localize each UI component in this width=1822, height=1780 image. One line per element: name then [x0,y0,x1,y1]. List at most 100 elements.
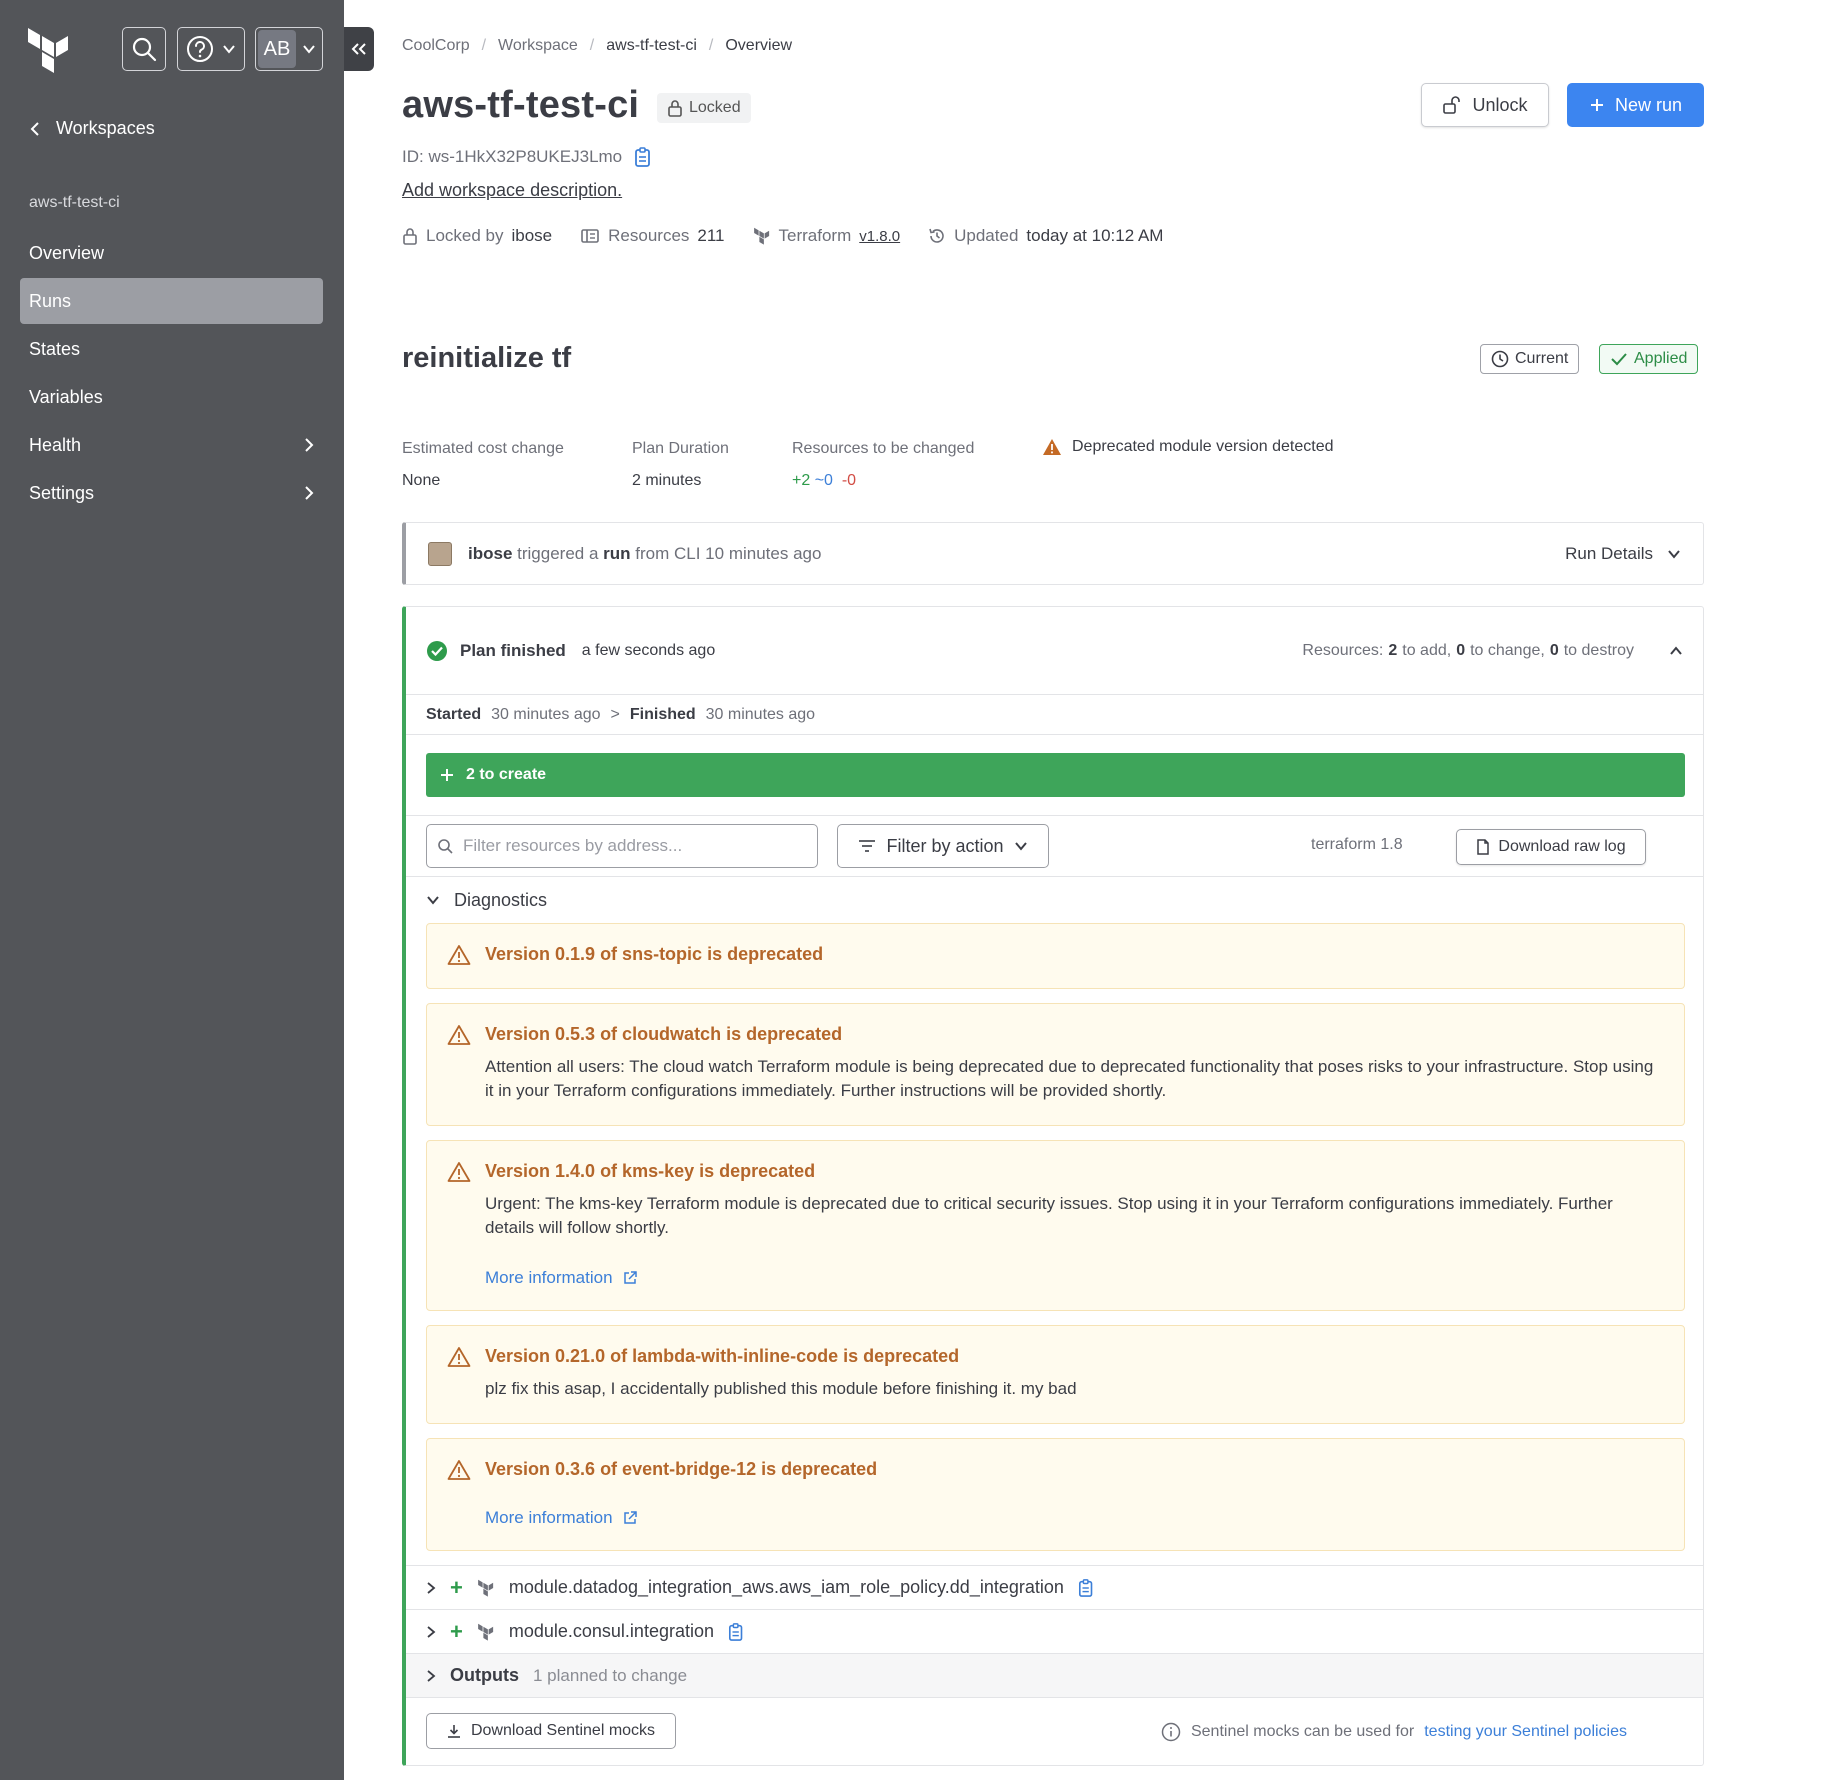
sidebar-nav: Overview Runs States Variables Health Se… [20,230,323,518]
workspaces-back-label: Workspaces [56,118,155,138]
breadcrumb-current: Overview [725,37,793,54]
warning-detail: Attention all users: The cloud watch Ter… [485,1057,1654,1100]
create-plus-icon: + [450,1618,463,1644]
outputs-row[interactable]: Outputs 1 planned to change [406,1653,1703,1697]
download-raw-log-button[interactable]: Download raw log [1456,829,1646,865]
chevron-down-icon [302,42,316,56]
resources-destroy: -0 [841,472,857,489]
terraform-logo-icon[interactable] [26,26,72,74]
breadcrumb-workspace[interactable]: Workspace [498,37,578,55]
trigger-text-2: from CLI 10 minutes ago [635,543,822,563]
sidebar-item-overview[interactable]: Overview [20,230,323,276]
run-details-label: Run Details [1565,543,1653,563]
warning-triangle-icon [447,1161,471,1288]
resource-filter-input[interactable] [463,836,803,856]
help-menu-button[interactable] [177,27,245,71]
warning-detail: Urgent: The kms-key Terraform module is … [485,1194,1613,1237]
terraform-icon [477,1579,495,1597]
sidebar-workspace-name: aws-tf-test-ci [29,194,120,211]
user-menu-button[interactable]: AB [255,27,323,71]
download-icon [447,1724,461,1738]
chevron-right-icon [304,437,314,453]
resources-icon [580,227,600,245]
workspace-meta: Locked by ibose Resources 211 Terraform … [402,226,1163,246]
meta-label: Resources [608,226,690,245]
breadcrumb-org[interactable]: CoolCorp [402,37,470,55]
summary-text: to change, [1470,641,1545,659]
new-run-button[interactable]: New run [1567,83,1704,127]
sidebar-item-settings[interactable]: Settings [20,470,323,516]
more-information-link[interactable]: More information [485,1508,877,1528]
file-icon [1476,839,1490,855]
external-link-icon [623,1271,637,1285]
summary-add: 2 [1388,641,1398,659]
unlock-icon [1442,95,1462,115]
collapse-sidebar-button[interactable] [344,27,374,71]
sidebar-item-label: Health [29,434,82,455]
resource-address: module.consul.integration [508,1621,714,1641]
workspace-id-text: ID: ws-1HkX32P8UKEJ3Lmo [402,147,623,166]
plan-header[interactable]: Plan finished a few seconds ago Resource… [406,607,1703,695]
filter-icon [858,839,876,853]
unlock-button[interactable]: Unlock [1421,83,1549,127]
copy-icon[interactable] [728,1622,746,1642]
resource-row[interactable]: + module.consul.integration [406,1609,1703,1653]
terraform-version-link[interactable]: v1.8.0 [859,228,900,245]
workspaces-back-link[interactable]: Workspaces [30,118,155,139]
warning-triangle-icon [447,944,471,966]
copy-icon[interactable] [1078,1578,1096,1598]
plan-panel: Plan finished a few seconds ago Resource… [402,606,1704,1766]
sidebar-item-variables[interactable]: Variables [20,374,323,420]
outputs-summary: 1 planned to change [533,1665,688,1685]
resource-row[interactable]: + module.datadog_integration_aws.aws_iam… [406,1565,1703,1609]
chevron-down-icon [222,42,236,56]
resource-filter-field [426,824,818,868]
sentinel-policies-link[interactable]: testing your Sentinel policies [1424,1723,1627,1741]
new-run-label: New run [1614,94,1683,115]
started-value: 30 minutes ago [491,705,601,723]
deprecated-notice: Deprecated module version detected [1042,438,1334,456]
sidebar-item-label: Overview [29,242,105,263]
more-information-link[interactable]: More information [485,1268,1664,1288]
breadcrumb-workspace-name[interactable]: aws-tf-test-ci [606,37,697,55]
diagnostics-label: Diagnostics [454,889,548,910]
filter-by-action-button[interactable]: Filter by action [837,824,1049,868]
trigger-user: ibose [468,543,513,563]
run-details-toggle[interactable]: Run Details [1565,544,1681,564]
page-title: aws-tf-test-ci [402,84,640,126]
sidebar-item-label: Runs [29,290,72,311]
diagnostics-toggle[interactable]: Diagnostics [406,877,1703,923]
filter-toolbar: Filter by action terraform 1.8 Download … [406,815,1703,877]
terraform-version: terraform 1.8 [1311,836,1403,853]
lock-icon [402,227,418,245]
plus-icon [1589,97,1605,113]
download-sentinel-mocks-label: Download Sentinel mocks [470,1722,656,1739]
meta-terraform: Terraform v1.8.0 [753,226,900,246]
current-badge: Current [1480,344,1580,374]
download-sentinel-mocks-button[interactable]: Download Sentinel mocks [426,1713,676,1749]
sidebar-item-states[interactable]: States [20,326,323,372]
trigger-run: run [603,543,631,563]
chevron-up-icon [1669,644,1683,658]
resource-address: module.datadog_integration_aws.aws_iam_r… [508,1577,1064,1597]
plan-status: Plan finished [460,640,566,660]
create-summary-text: 2 to create [466,766,547,783]
stat-value: +2 ~0 -0 [792,472,974,490]
info-icon [1161,1722,1181,1742]
summary-text: to destroy [1563,641,1634,659]
meta-locked-by: Locked by ibose [402,226,552,246]
started-label: Started [426,705,482,723]
chevron-right-icon [426,1581,436,1595]
finished-label: Finished [629,705,696,723]
search-button[interactable] [122,27,166,71]
add-description-link[interactable]: Add workspace description. [402,180,622,201]
sidebar-item-runs[interactable]: Runs [20,278,323,324]
trigger-text: triggered a [517,543,599,563]
sidebar-item-health[interactable]: Health [20,422,323,468]
unlock-label: Unlock [1472,94,1528,115]
summary-text: to add, [1402,641,1452,659]
check-icon [1610,351,1628,367]
history-icon [928,227,946,245]
copy-icon[interactable] [634,146,654,168]
run-title: reinitialize tf [402,342,572,374]
